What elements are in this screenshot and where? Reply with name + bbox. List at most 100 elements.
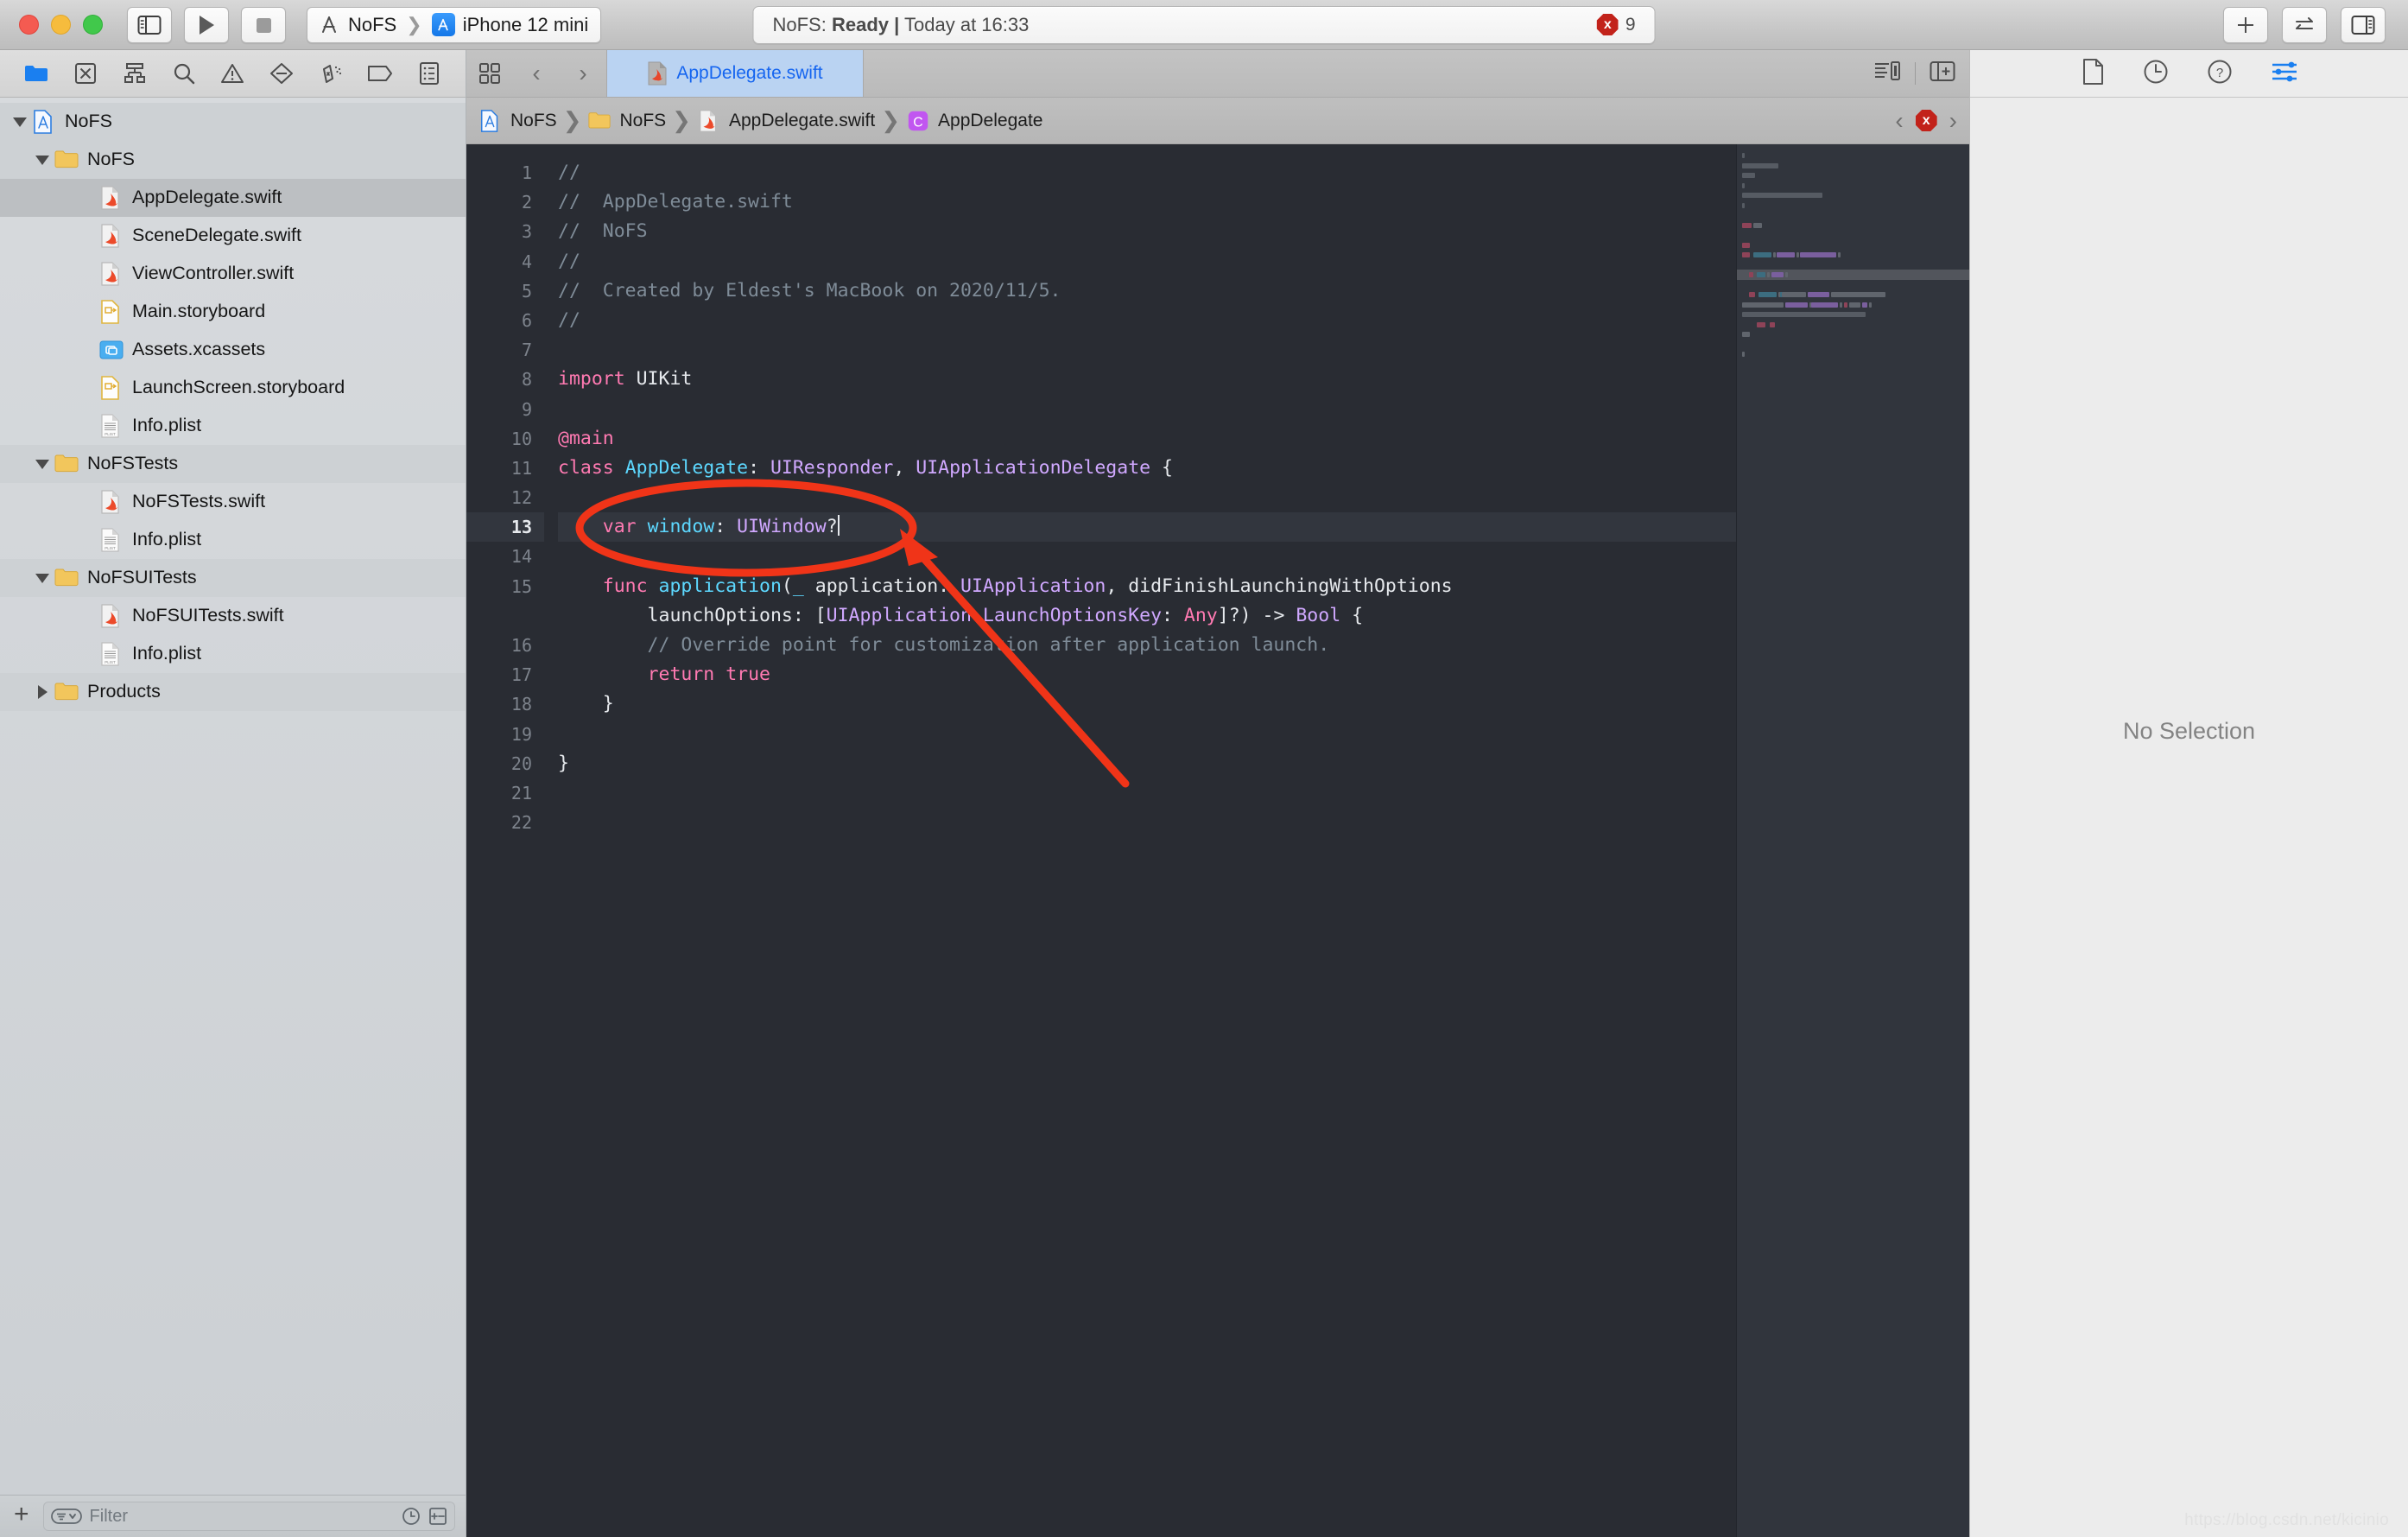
chevron-down-icon[interactable] [31,573,54,583]
svg-text:PLIST: PLIST [105,546,116,550]
code-line[interactable] [558,395,1736,424]
toggle-navigator-button[interactable] [127,6,172,43]
breakpoint-navigator-icon[interactable] [365,59,395,88]
code-line[interactable]: } [558,749,1736,778]
editor-forward-button[interactable]: › [560,50,606,97]
code-token: @main [558,427,614,449]
source-editor[interactable]: 1 2 3 4 5 6 7 8 9 10 11 12 13 14 15 16 17 18 19 20 21 22 ////… [466,144,1969,1537]
add-editor-icon[interactable] [1930,60,1955,87]
quick-help-inspector-icon[interactable]: ? [2207,59,2233,89]
tree-item-scenedelegate-swift[interactable]: SceneDelegate.swift [0,217,466,255]
add-button[interactable] [2223,6,2268,43]
code-line[interactable]: @main [558,424,1736,454]
minimap-toggle-icon[interactable] [1873,60,1901,87]
toggle-inspector-button[interactable] [2341,6,2386,43]
find-navigator-icon[interactable] [169,59,199,88]
report-navigator-icon[interactable] [415,59,444,88]
code-line[interactable]: func application(_ application: UIApplic… [558,572,1736,601]
issue-navigator-icon[interactable] [218,59,247,88]
issue-badge-icon[interactable]: x [1915,110,1937,131]
tree-item-label: ViewController.swift [132,263,295,284]
related-items-icon[interactable] [466,50,513,97]
add-file-button[interactable]: + [10,1500,35,1533]
code-line[interactable]: // [558,158,1736,187]
tree-item-main-storyboard[interactable]: Main.storyboard [0,293,466,331]
minimize-window-button[interactable] [51,15,71,35]
code-line[interactable] [558,335,1736,365]
code-line[interactable]: // NoFS [558,217,1736,246]
code-line[interactable]: // [558,247,1736,276]
activity-status-bar[interactable]: NoFS: Ready | Today at 16:33 x 9 [752,5,1656,44]
tree-item-nofs[interactable]: NoFS [0,103,466,141]
tree-item-info-plist[interactable]: PLIST Info.plist [0,635,466,673]
code-line[interactable]: var window: UIWindow? [558,512,1736,543]
code-line[interactable]: import UIKit [558,365,1736,394]
close-window-button[interactable] [19,15,39,35]
code-line[interactable]: launchOptions: [UIApplication.LaunchOpti… [558,601,1736,631]
tree-item-nofs[interactable]: NoFS [0,141,466,179]
chevron-down-icon[interactable] [9,117,31,127]
tree-item-nofstests-swift[interactable]: NoFSTests.swift [0,483,466,521]
error-badge[interactable]: x 9 [1596,14,1636,35]
filter-options-icon[interactable] [50,1508,82,1525]
code-line[interactable]: // Override point for customization afte… [558,631,1736,660]
tree-item-viewcontroller-swift[interactable]: ViewController.swift [0,255,466,293]
tree-item-icon: PLIST [98,413,124,439]
tree-item-appdelegate-swift[interactable]: AppDelegate.swift [0,179,466,217]
tree-item-info-plist[interactable]: PLIST Info.plist [0,521,466,559]
code-line[interactable]: class AppDelegate: UIResponder, UIApplic… [558,454,1736,483]
tree-item-launchscreen-storyboard[interactable]: LaunchScreen.storyboard [0,369,466,407]
breadcrumb-item-nofs[interactable]: NoFS [587,109,666,133]
debug-navigator-icon[interactable] [316,59,345,88]
run-button[interactable] [184,6,229,43]
code-line[interactable]: return true [558,660,1736,689]
project-navigator-icon[interactable] [22,59,51,88]
filter-field[interactable]: Filter [42,1502,455,1531]
tree-item-nofsuitests[interactable]: NoFSUITests [0,559,466,597]
breadcrumb-item-appdelegate-swift[interactable]: AppDelegate.swift [697,109,875,133]
code-line[interactable] [558,483,1736,512]
tree-item-info-plist[interactable]: PLIST Info.plist [0,407,466,445]
tree-item-products[interactable]: Products [0,673,466,711]
code-line[interactable]: } [558,689,1736,719]
clock-icon[interactable] [402,1507,421,1526]
stop-button[interactable] [241,6,286,43]
test-navigator-icon[interactable] [267,59,296,88]
code-line[interactable]: // Created by Eldest's MacBook on 2020/1… [558,276,1736,306]
tree-item-label: Products [87,681,161,702]
history-inspector-icon[interactable] [2143,59,2169,89]
filter-input[interactable]: Filter [90,1507,394,1527]
editor-minimap[interactable] [1736,144,1969,1537]
tree-item-nofstests[interactable]: NoFSTests [0,445,466,483]
tree-item-assets-xcassets[interactable]: Assets.xcassets [0,331,466,369]
code-line[interactable]: // [558,306,1736,335]
previous-issue-button[interactable]: ‹ [1895,107,1903,135]
chevron-down-icon[interactable] [31,155,54,165]
code-content[interactable]: // // AppDelegate.swift // NoFS // // Create… [544,144,1736,1537]
symbol-navigator-icon[interactable] [120,59,149,88]
code-line[interactable] [558,720,1736,749]
plus-minus-icon[interactable] [428,1507,447,1526]
code-line[interactable] [558,778,1736,808]
tree-item-nofsuitests-swift[interactable]: NoFSUITests.swift [0,597,466,635]
tree-item-label: Assets.xcassets [132,339,266,360]
code-review-button[interactable] [2282,6,2327,43]
attributes-inspector-icon[interactable] [2271,60,2298,88]
next-issue-button[interactable]: › [1949,107,1957,135]
zoom-window-button[interactable] [83,15,103,35]
breadcrumb-item-nofs[interactable]: NoFS [478,109,557,133]
editor-back-button[interactable]: ‹ [513,50,560,97]
code-line[interactable] [558,808,1736,837]
scheme-destination-control[interactable]: NoFS ❯ iPhone 12 mini [307,6,602,43]
source-control-navigator-icon[interactable] [71,59,100,88]
code-line[interactable]: // AppDelegate.swift [558,187,1736,217]
breadcrumb[interactable]: NoFS ❯ NoFS ❯ AppDelegate.swift ❯ C AppDelegate [478,107,1042,134]
editor-tab-appdelegate[interactable]: AppDelegate.swift [606,50,864,97]
breadcrumb-item-appdelegate[interactable]: C AppDelegate [906,109,1042,133]
code-token: // [558,162,580,183]
project-file-tree[interactable]: NoFS NoFS AppDelegate.swift SceneDelegate.s… [0,98,466,1495]
file-inspector-icon[interactable] [2081,58,2105,90]
chevron-down-icon[interactable] [31,459,54,469]
chevron-right-icon[interactable] [31,685,54,699]
code-line[interactable] [558,542,1736,571]
